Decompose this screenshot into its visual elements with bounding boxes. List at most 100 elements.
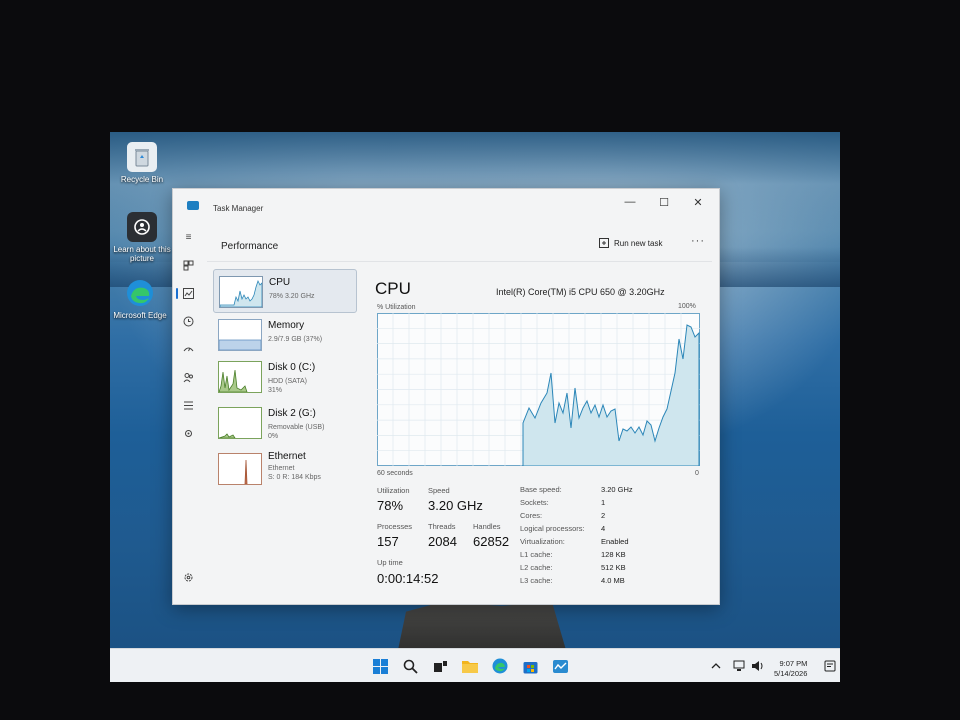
handles-label: Handles bbox=[473, 522, 501, 531]
cpu-utilization-graph bbox=[377, 313, 700, 467]
device-sub: S: 0 R: 184 Kbps bbox=[268, 474, 321, 481]
edge-taskbar-icon[interactable] bbox=[492, 658, 508, 674]
utilization-axis-max: 100% bbox=[678, 303, 696, 310]
run-new-task-button[interactable]: Run new task bbox=[599, 238, 662, 248]
more-options-button[interactable]: ··· bbox=[691, 235, 705, 247]
disk0-thumbnail bbox=[218, 361, 262, 393]
detail-key: L2 cache: bbox=[520, 563, 553, 572]
memory-thumbnail bbox=[218, 319, 262, 351]
detail-value: 4.0 MB bbox=[601, 576, 625, 585]
device-name: Disk 0 (C:) bbox=[268, 362, 316, 373]
desktop-icon-learn-about-picture[interactable]: Learn about this picture bbox=[112, 212, 172, 263]
store-icon[interactable] bbox=[522, 658, 538, 674]
device-name: Memory bbox=[268, 320, 305, 331]
clock[interactable]: 9:07 PM 5/14/2026 bbox=[774, 659, 807, 679]
task-manager-taskbar-icon[interactable] bbox=[552, 658, 568, 674]
task-view-icon[interactable] bbox=[432, 658, 448, 674]
ethernet-thumbnail bbox=[218, 453, 262, 485]
hamburger-menu-icon[interactable]: ≡ bbox=[182, 231, 195, 244]
detail-value: Enabled bbox=[601, 537, 629, 546]
detail-value: 128 KB bbox=[601, 550, 626, 559]
processes-label: Processes bbox=[377, 522, 413, 531]
services-icon[interactable] bbox=[182, 427, 195, 440]
detail-key: L1 cache: bbox=[520, 550, 553, 559]
threads-value: 2084 bbox=[428, 534, 457, 549]
device-item-ethernet[interactable]: Ethernet Ethernet S: 0 R: 184 Kbps bbox=[213, 447, 355, 489]
header-row: Performance Run new task ··· bbox=[207, 229, 712, 253]
learn-about-picture-icon bbox=[127, 212, 157, 242]
users-icon[interactable] bbox=[182, 371, 195, 384]
clock-date: 5/14/2026 bbox=[774, 669, 808, 678]
taskbar: 9:07 PM 5/14/2026 bbox=[110, 648, 840, 682]
performance-icon[interactable] bbox=[176, 287, 195, 300]
detail-value: 2 bbox=[601, 511, 606, 520]
titlebar[interactable]: Task Manager — ☐ ✕ bbox=[173, 189, 719, 219]
minimize-button[interactable]: — bbox=[616, 193, 644, 211]
file-explorer-icon[interactable] bbox=[462, 658, 478, 674]
startup-apps-icon[interactable] bbox=[182, 343, 195, 356]
detail-key: Logical processors: bbox=[520, 524, 585, 533]
detail-value: 1 bbox=[601, 498, 606, 507]
run-task-icon bbox=[599, 238, 609, 248]
graph-zero-label: 0 bbox=[695, 470, 699, 477]
utilization-value: 78% bbox=[377, 498, 404, 513]
volume-icon[interactable] bbox=[750, 658, 766, 674]
uptime-label: Up time bbox=[377, 558, 403, 567]
handles-value: 62852 bbox=[473, 534, 510, 549]
detail-value: 3.20 GHz bbox=[601, 485, 633, 494]
detail-key: Cores: bbox=[520, 511, 543, 520]
recycle-bin-icon bbox=[127, 142, 157, 172]
detail-value: 512 KB bbox=[601, 563, 626, 572]
learn-about-picture-label: Learn about this picture bbox=[113, 245, 171, 263]
cpu-thumbnail bbox=[219, 276, 263, 308]
maximize-button[interactable]: ☐ bbox=[650, 193, 678, 211]
detail-key: Sockets: bbox=[520, 498, 549, 507]
edge-label: Microsoft Edge bbox=[113, 311, 167, 320]
detail-key: Virtualization: bbox=[520, 537, 565, 546]
search-icon[interactable] bbox=[402, 658, 418, 674]
cpu-panel-title: CPU bbox=[375, 279, 411, 298]
run-new-task-label: Run new task bbox=[614, 238, 663, 248]
device-sub: Ethernet bbox=[268, 465, 295, 472]
start-windows-icon[interactable] bbox=[372, 658, 388, 674]
detail-value: 4 bbox=[601, 524, 606, 533]
settings-gear-icon[interactable] bbox=[182, 571, 195, 584]
device-item-cpu[interactable]: CPU 78% 3.20 GHz bbox=[213, 269, 357, 313]
device-sub: 0% bbox=[268, 433, 279, 440]
detail-key: L3 cache: bbox=[520, 576, 553, 585]
speed-label: Speed bbox=[428, 486, 450, 495]
device-item-memory[interactable]: Memory 2.9/7.9 GB (37%) bbox=[213, 313, 355, 355]
speed-value: 3.20 GHz bbox=[428, 498, 483, 513]
uptime-value: 0:00:14:52 bbox=[377, 571, 439, 586]
show-hidden-icons-chevron-icon[interactable] bbox=[708, 658, 724, 674]
device-name: Ethernet bbox=[268, 451, 306, 462]
desktop-icon-edge[interactable]: Microsoft Edge bbox=[110, 278, 170, 320]
network-icon[interactable] bbox=[732, 658, 748, 674]
desktop-icon-recycle-bin[interactable]: Recycle Bin bbox=[112, 142, 172, 184]
nav-rail: ≡ bbox=[173, 227, 203, 603]
recycle-bin-label: Recycle Bin bbox=[120, 175, 164, 184]
app-history-icon[interactable] bbox=[182, 315, 195, 328]
disk2-thumbnail bbox=[218, 407, 262, 439]
cpu-model: Intel(R) Core(TM) i5 CPU 650 @ 3.20GHz bbox=[496, 287, 665, 297]
detail-key: Base speed: bbox=[520, 485, 562, 494]
notifications-icon[interactable] bbox=[822, 658, 838, 674]
utilization-label: Utilization bbox=[377, 486, 410, 495]
device-item-disk-0[interactable]: Disk 0 (C:) HDD (SATA) 31% bbox=[213, 355, 355, 397]
task-manager-window: Task Manager — ☐ ✕ ≡ Performance Run new… bbox=[172, 188, 720, 605]
header-divider bbox=[207, 261, 712, 262]
utilization-axis-label: % Utilization bbox=[377, 304, 416, 311]
device-item-disk-2[interactable]: Disk 2 (G:) Removable (USB) 0% bbox=[213, 401, 355, 443]
device-sub: 31% bbox=[268, 387, 283, 394]
processes-icon[interactable] bbox=[182, 259, 195, 272]
cpu-graph-svg bbox=[377, 313, 700, 467]
details-icon[interactable] bbox=[182, 399, 195, 412]
task-manager-app-icon bbox=[187, 201, 199, 210]
desktop-screen: Recycle Bin Learn about this picture Mic… bbox=[110, 132, 840, 682]
device-sub: 2.9/7.9 GB (37%) bbox=[268, 336, 323, 343]
device-sub: 78% 3.20 GHz bbox=[269, 293, 315, 300]
device-name: Disk 2 (G:) bbox=[268, 408, 316, 419]
wallpaper-rock bbox=[398, 602, 566, 650]
edge-icon bbox=[125, 278, 155, 308]
close-button[interactable]: ✕ bbox=[684, 193, 712, 211]
